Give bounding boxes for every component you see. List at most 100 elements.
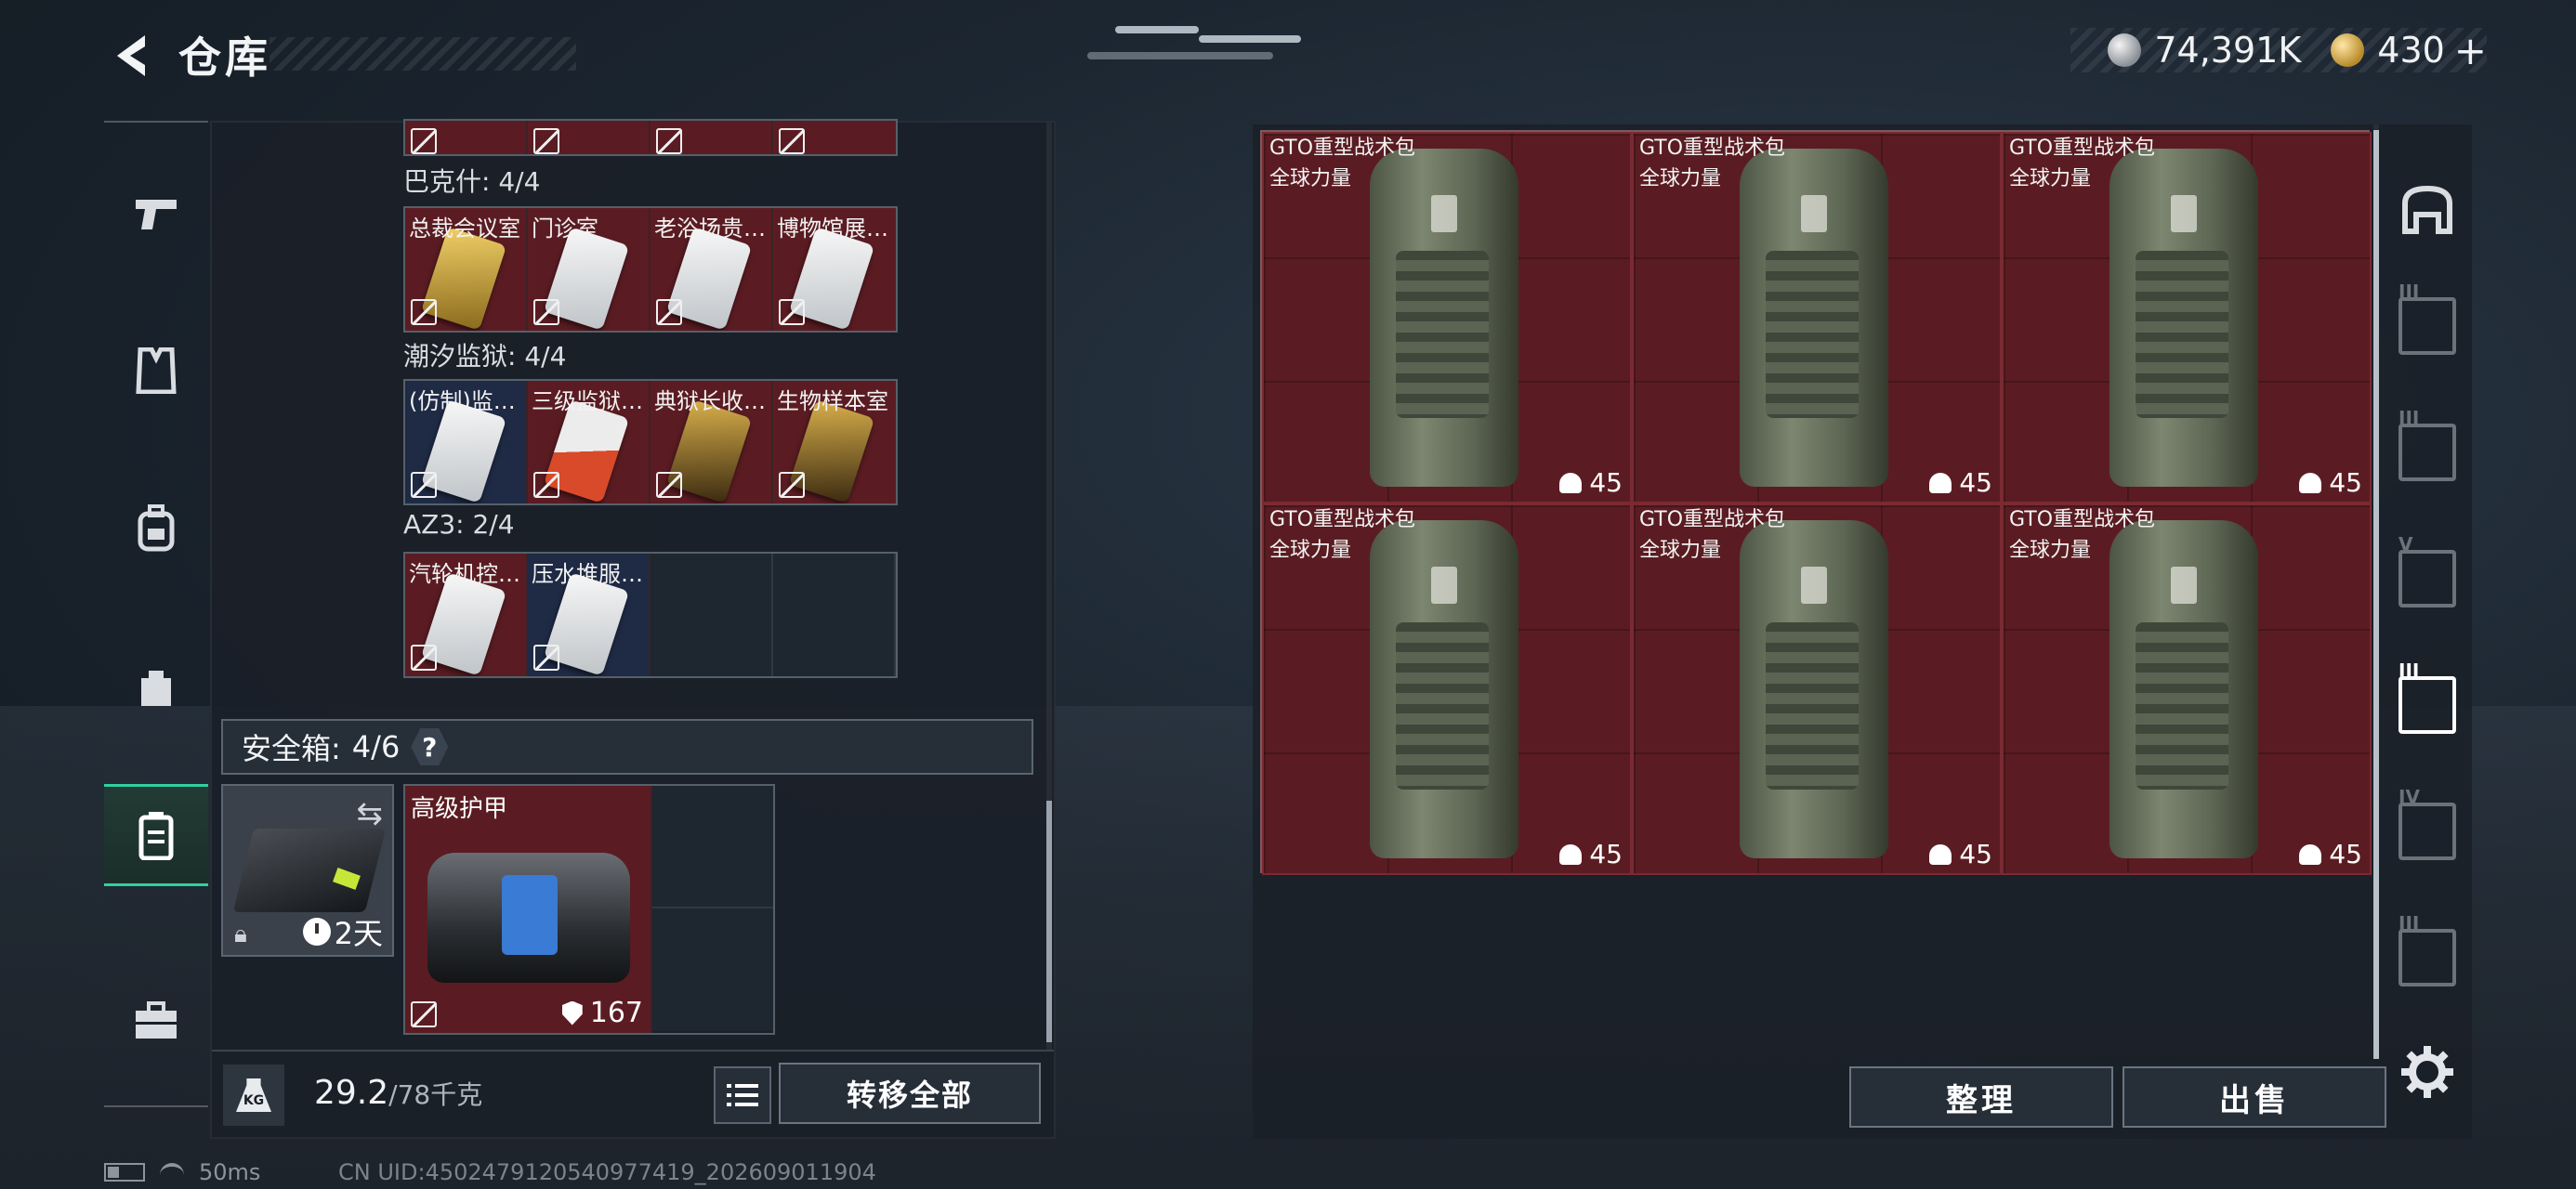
container-panel: GTO重型战术包 全球力量 45 GTO重型战术包 全球力量 45 GTO重型战… [1253,124,2472,1139]
keycard-slot[interactable]: 总裁会议室 [405,208,528,331]
item-capacity: 45 [1929,467,1992,498]
item-name: GTO重型战术包 [1639,137,1786,160]
keycard-slot[interactable]: 老浴场贵… [651,208,773,331]
capacity-value: 45 [2329,839,2362,869]
keycard-slot[interactable] [528,121,651,154]
background-light [1087,52,1273,59]
armor-durability: 167 [561,997,643,1029]
nav-tier-container-active[interactable]: III [2381,654,2474,756]
sell-button[interactable]: 出售 [2123,1066,2386,1128]
timer-text: 2天 [334,916,383,951]
shield-icon [561,1000,583,1026]
keycard-name: (仿制)监… [409,388,516,414]
empty-keycard-slot[interactable] [651,554,773,676]
left-category-nav [104,121,208,1107]
card-row: (仿制)监… 三级监狱… 典狱长收… 生物样本室 [403,379,898,505]
item-slot[interactable]: GTO重型战术包 全球力量 45 [2002,132,2372,503]
capacity-icon [2299,472,2322,493]
keycard-slot[interactable]: 博物馆展… [773,208,896,331]
backpack-image [1740,520,1888,858]
item-name: GTO重型战术包 [1639,508,1786,531]
backpack-image [1740,149,1888,487]
settings-button[interactable] [2399,1044,2455,1100]
tier-4-icon: IV [2399,786,2456,860]
keycard-slot[interactable]: (仿制)监… [405,381,528,503]
safe-case-image [232,829,387,912]
item-capacity: 45 [1929,839,1992,869]
nav-keycard-case[interactable] [104,784,208,886]
weight-max: /78千克 [388,1079,483,1110]
tier-3-icon: III [2399,281,2456,355]
item-brand: 全球力量 [1269,167,1352,190]
wifi-icon [160,1163,184,1182]
keycard-slot[interactable] [405,121,528,154]
item-capacity: 45 [2299,467,2362,498]
keycard-slot[interactable]: 门诊室 [528,208,651,331]
back-button[interactable] [104,28,160,84]
tier-3-icon: III [2399,912,2456,986]
item-name: GTO重型战术包 [1269,137,1416,160]
tier-label: III [2399,660,2420,682]
keycard-name: 老浴场贵… [654,216,766,242]
nav-toolbox[interactable] [104,970,208,1072]
keycard-slot[interactable]: 三级监狱… [528,381,651,503]
item-slot[interactable]: GTO重型战术包 全球力量 45 [1632,503,2002,875]
sort-button[interactable]: 整理 [1849,1066,2113,1128]
item-name: GTO重型战术包 [2009,508,2156,531]
card-row-partial [403,119,898,156]
item-slot[interactable]: GTO重型战术包 全球力量 45 [1262,132,1632,503]
item-capacity: 45 [1559,839,1623,869]
nav-tier-container[interactable]: V [2381,528,2474,630]
tier-label: III [2399,281,2420,303]
lock-icon: 🔒︎ [234,921,247,948]
keycard-name: 生物样本室 [777,388,888,414]
group-label: AZ3: 2/4 [403,509,515,540]
page-title: 仓库 [178,33,271,83]
keycard-slot[interactable] [773,121,896,154]
backpack-image [2109,520,2258,858]
list-view-button[interactable] [714,1066,771,1124]
item-slot[interactable]: GTO重型战术包 全球力量 45 [1632,132,2002,503]
nav-tier-container[interactable]: IV [2381,780,2474,882]
keycard-name: 三级监狱… [532,388,643,414]
nav-vest[interactable] [104,320,208,422]
nav-tier-container[interactable]: III [2381,275,2474,377]
item-slot[interactable]: GTO重型战术包 全球力量 45 [1262,503,1632,875]
nav-weapons[interactable] [104,162,208,264]
keycard-slot[interactable]: 生物样本室 [773,381,896,503]
keycard-slot[interactable]: 汽轮机控… [405,554,528,676]
nav-tier-container[interactable]: III [2381,401,2474,503]
keycard-slot[interactable]: 压水堆服… [528,554,651,676]
background-light [1199,35,1301,43]
silver-amount: 74,391K [2154,30,2302,71]
gold-amount: 430 [2377,30,2445,71]
add-currency-button[interactable]: + [2454,28,2487,73]
nav-home-container[interactable] [2381,158,2474,260]
armor-slot[interactable]: 高级护甲 167 [405,786,652,1033]
nav-backpack[interactable] [104,477,208,580]
empty-safe-slot[interactable] [652,786,773,908]
armor-name: 高级护甲 [411,795,508,823]
nav-pouch[interactable] [104,635,208,738]
empty-safe-slot[interactable] [652,908,773,1031]
vest-icon [136,347,177,394]
swap-icon[interactable]: ⇆ [357,795,384,832]
item-slot[interactable]: GTO重型战术包 全球力量 45 [2002,503,2372,875]
transfer-all-button[interactable]: 转移全部 [779,1063,1041,1124]
capacity-value: 45 [1589,839,1623,869]
tier-3-icon: III [2399,407,2456,481]
nav-tier-container[interactable]: III [2381,907,2474,1009]
keycard-slot[interactable] [651,121,773,154]
container-scrollbar-thumb[interactable] [2373,130,2379,1059]
storage-scrollbar-thumb[interactable] [1046,801,1052,1042]
safe-box-slot[interactable]: ⇆ 🔒︎ 2天 [221,784,394,957]
keycard-slot[interactable]: 典狱长收… [651,381,773,503]
help-icon[interactable]: ? [411,728,449,765]
armor-bag-panel [502,875,558,955]
list-icon [727,1084,758,1106]
empty-keycard-slot[interactable] [773,554,896,676]
card-row: 总裁会议室 门诊室 老浴场贵… 博物馆展… [403,206,898,333]
capacity-value: 45 [1959,839,1992,869]
pistol-icon [136,200,177,229]
safe-box-header: 安全箱: 4/6 ? [221,719,1033,775]
